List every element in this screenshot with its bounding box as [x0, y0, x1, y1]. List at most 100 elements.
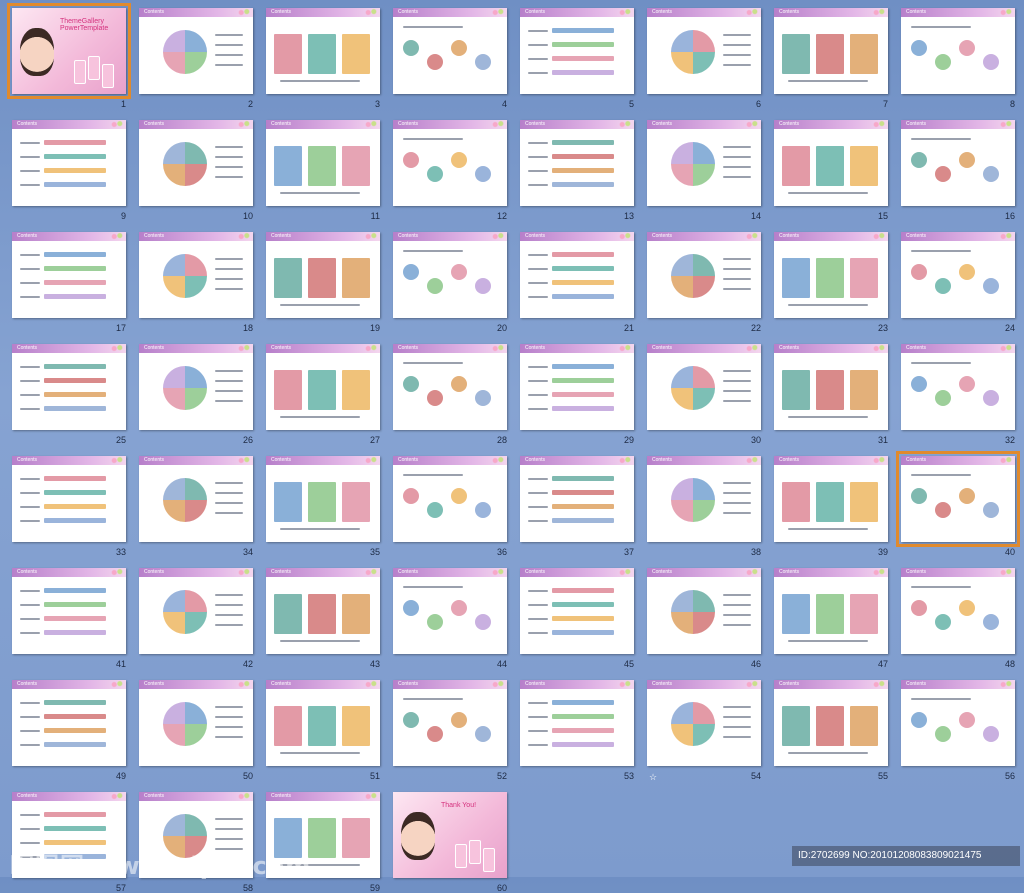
slide-diagram	[651, 692, 757, 763]
slide-diagram	[397, 20, 503, 91]
slide-thumbnail-11[interactable]: Contents	[266, 120, 380, 206]
slide-thumbnail-6[interactable]: Contents	[647, 8, 761, 94]
slide-diagram	[778, 580, 884, 651]
flower-decoration-icon	[999, 120, 1013, 129]
slide-header-bar: Contents	[139, 232, 253, 241]
slide-thumbnail-15[interactable]: Contents	[774, 120, 888, 206]
animation-star-icon: ☆	[649, 772, 658, 782]
slide-thumbnail-19[interactable]: Contents	[266, 232, 380, 318]
slide-thumbnail-23[interactable]: Contents	[774, 232, 888, 318]
slide-diagram	[905, 356, 1011, 427]
slide-header-bar: Contents	[266, 8, 380, 17]
slide-thumbnail-35[interactable]: Contents	[266, 456, 380, 542]
flower-decoration-icon	[237, 8, 251, 17]
slide-number-label: 36	[496, 547, 507, 557]
slide-thumbnail-41[interactable]: Contents	[12, 568, 126, 654]
flower-decoration-icon	[745, 8, 759, 17]
slide-thumbnail-1[interactable]: ThemeGallery PowerTemplate	[7, 3, 131, 99]
flower-decoration-icon	[237, 456, 251, 465]
slide-header-bar: Contents	[647, 120, 761, 129]
slide-thumbnail-10[interactable]: Contents	[139, 120, 253, 206]
slide-thumbnail-42[interactable]: Contents	[139, 568, 253, 654]
slide-number-label: 28	[496, 435, 507, 445]
flower-decoration-icon	[618, 8, 632, 17]
slide-header-bar: Contents	[520, 568, 634, 577]
slide-header-bar: Contents	[647, 456, 761, 465]
slide-thumbnail-16[interactable]: Contents	[901, 120, 1015, 206]
slide-thumbnail-24[interactable]: Contents	[901, 232, 1015, 318]
slide-thumbnail-48[interactable]: Contents	[901, 568, 1015, 654]
slide-thumbnail-4[interactable]: Contents	[393, 8, 507, 94]
slide-thumbnail-47[interactable]: Contents	[774, 568, 888, 654]
slide-thumbnail-9[interactable]: Contents	[12, 120, 126, 206]
slide-thumbnail-7[interactable]: Contents	[774, 8, 888, 94]
slide-header-bar: Contents	[774, 680, 888, 689]
slide-thumbnail-52[interactable]: Contents	[393, 680, 507, 766]
slide-header-bar: Contents	[520, 456, 634, 465]
slide-thumbnail-43[interactable]: Contents	[266, 568, 380, 654]
slide-thumbnail-22[interactable]: Contents	[647, 232, 761, 318]
slide-thumbnail-30[interactable]: Contents	[647, 344, 761, 430]
slide-thumbnail-14[interactable]: Contents	[647, 120, 761, 206]
slide-thumbnail-31[interactable]: Contents	[774, 344, 888, 430]
slide-thumbnail-50[interactable]: Contents	[139, 680, 253, 766]
flower-decoration-icon	[237, 232, 251, 241]
flower-decoration-icon	[491, 680, 505, 689]
slide-number-label: 2	[247, 99, 253, 109]
flower-decoration-icon	[872, 568, 886, 577]
flower-decoration-icon	[110, 344, 124, 353]
slide-thumbnail-36[interactable]: Contents	[393, 456, 507, 542]
slide-thumbnail-45[interactable]: Contents	[520, 568, 634, 654]
slide-thumbnail-25[interactable]: Contents	[12, 344, 126, 430]
slide-sorter-grid: ThemeGallery PowerTemplate 1 Contents 2 Cont…	[0, 0, 1024, 893]
slide-thumbnail-53[interactable]: Contents	[520, 680, 634, 766]
flower-decoration-icon	[110, 120, 124, 129]
slide-header-bar: Contents	[901, 680, 1015, 689]
slide-thumbnail-54[interactable]: Contents	[647, 680, 761, 766]
slide-diagram	[397, 244, 503, 315]
slide-thumbnail-12[interactable]: Contents	[393, 120, 507, 206]
slide-thumbnail-40[interactable]: Contents	[896, 451, 1020, 547]
slide-thumbnail-29[interactable]: Contents	[520, 344, 634, 430]
flower-decoration-icon	[618, 456, 632, 465]
slide-thumbnail-55[interactable]: Contents	[774, 680, 888, 766]
slide-thumbnail-20[interactable]: Contents	[393, 232, 507, 318]
slide-thumbnail-51[interactable]: Contents	[266, 680, 380, 766]
slide-diagram	[143, 468, 249, 539]
flower-decoration-icon	[872, 456, 886, 465]
slide-thumbnail-32[interactable]: Contents	[901, 344, 1015, 430]
slide-thumbnail-39[interactable]: Contents	[774, 456, 888, 542]
image-id-stamp: ID:2702699 NO:20101208083809021475	[792, 846, 1020, 866]
slide-header-bar: Contents	[266, 344, 380, 353]
slide-thumbnail-60[interactable]: Thank You!	[393, 792, 507, 878]
slide-thumbnail-56[interactable]: Contents	[901, 680, 1015, 766]
slide-diagram	[778, 468, 884, 539]
slide-number-label: 39	[877, 547, 888, 557]
slide-thumbnail-21[interactable]: Contents	[520, 232, 634, 318]
slide-thumbnail-8[interactable]: Contents	[901, 8, 1015, 94]
slide-thumbnail-26[interactable]: Contents	[139, 344, 253, 430]
slide-thumbnail-3[interactable]: Contents	[266, 8, 380, 94]
slide-thumbnail-2[interactable]: Contents	[139, 8, 253, 94]
slide-thumbnail-5[interactable]: Contents	[520, 8, 634, 94]
slide-thumbnail-38[interactable]: Contents	[647, 456, 761, 542]
slide-thumbnail-27[interactable]: Contents	[266, 344, 380, 430]
slide-thumbnail-44[interactable]: Contents	[393, 568, 507, 654]
slide-thumbnail-17[interactable]: Contents	[12, 232, 126, 318]
flower-decoration-icon	[872, 344, 886, 353]
slide-thumbnail-46[interactable]: Contents	[647, 568, 761, 654]
slide-thumbnail-13[interactable]: Contents	[520, 120, 634, 206]
slide-header-bar: Contents	[647, 344, 761, 353]
slide-diagram	[143, 356, 249, 427]
slide-header-bar: Contents	[520, 8, 634, 17]
slide-thumbnail-37[interactable]: Contents	[520, 456, 634, 542]
flower-decoration-icon	[110, 232, 124, 241]
slide-thumbnail-33[interactable]: Contents	[12, 456, 126, 542]
slide-number-label: 1	[120, 99, 126, 109]
slide-thumbnail-28[interactable]: Contents	[393, 344, 507, 430]
slide-thumbnail-18[interactable]: Contents	[139, 232, 253, 318]
slide-number-label: 48	[1004, 659, 1015, 669]
slide-thumbnail-49[interactable]: Contents	[12, 680, 126, 766]
slide-thumbnail-34[interactable]: Contents	[139, 456, 253, 542]
slide-number-label: 29	[623, 435, 634, 445]
